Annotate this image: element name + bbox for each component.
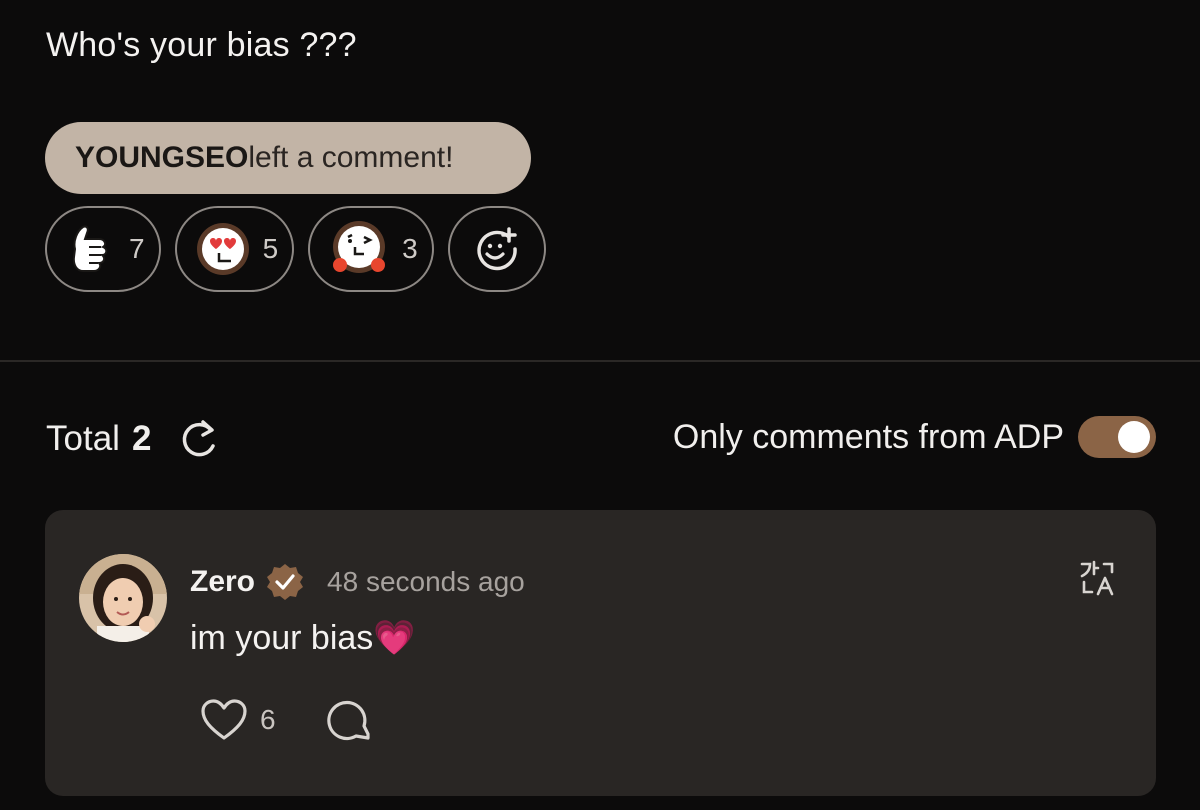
reaction-thumbs-up[interactable]: 7	[45, 206, 161, 292]
post-page: Who's your bias ??? YOUNGSEO left a comme…	[0, 0, 1200, 810]
comments-total: Total 2	[46, 418, 219, 460]
translate-icon	[1080, 560, 1114, 596]
total-label: Total	[46, 419, 120, 458]
total-count: 2	[131, 419, 152, 458]
post-text: Who's your bias ???	[46, 26, 357, 64]
comment-actions: 6	[200, 696, 374, 744]
comment-header: Zero 48 seconds ago	[190, 562, 525, 602]
refresh-button[interactable]	[179, 418, 219, 460]
comment-author[interactable]: Zero	[190, 565, 255, 599]
like-count: 6	[260, 704, 276, 735]
reaction-count: 3	[402, 233, 418, 264]
heart-icon	[201, 699, 247, 740]
reaction-wink-blush[interactable]: 3	[308, 206, 434, 292]
refresh-icon	[183, 420, 216, 457]
thumbs-up-icon	[65, 221, 117, 277]
filter-label: Only comments from ADP	[672, 417, 1064, 456]
comment-time: 48 seconds ago	[327, 566, 525, 597]
comment-text: im your bias	[190, 618, 374, 657]
verified-badge-icon	[265, 562, 305, 602]
add-reaction-icon	[473, 225, 521, 273]
avatar[interactable]	[79, 554, 167, 642]
adp-filter-toggle[interactable]	[1078, 416, 1156, 458]
comment-bubble-icon	[326, 700, 370, 741]
like-button[interactable]: 6	[200, 698, 276, 742]
pink-heart-icon: 💗	[373, 619, 416, 657]
translate-button[interactable]	[1078, 558, 1118, 603]
reaction-count: 5	[262, 233, 279, 264]
reaction-bar: 7 5 3	[45, 206, 546, 292]
heart-eyes-emoji-icon	[195, 221, 251, 277]
comment-pill-user: YOUNGSEO	[75, 141, 249, 174]
section-divider	[0, 360, 1200, 362]
comment-pill-message: left a comment!	[248, 141, 454, 174]
reply-button[interactable]	[326, 696, 374, 744]
comment-body: im your bias 💗	[190, 618, 416, 658]
comment-card: Zero 48 seconds ago im your bias 💗 6	[45, 510, 1156, 796]
adp-filter: Only comments from ADP	[673, 416, 1156, 458]
latest-comment-pill[interactable]: YOUNGSEO left a comment!	[45, 122, 531, 194]
toggle-knob	[1118, 421, 1150, 453]
add-reaction-button[interactable]	[447, 206, 546, 292]
reaction-heart-eyes[interactable]: 5	[174, 206, 295, 292]
reaction-count: 7	[129, 233, 145, 264]
wink-blush-emoji-icon	[328, 219, 390, 279]
